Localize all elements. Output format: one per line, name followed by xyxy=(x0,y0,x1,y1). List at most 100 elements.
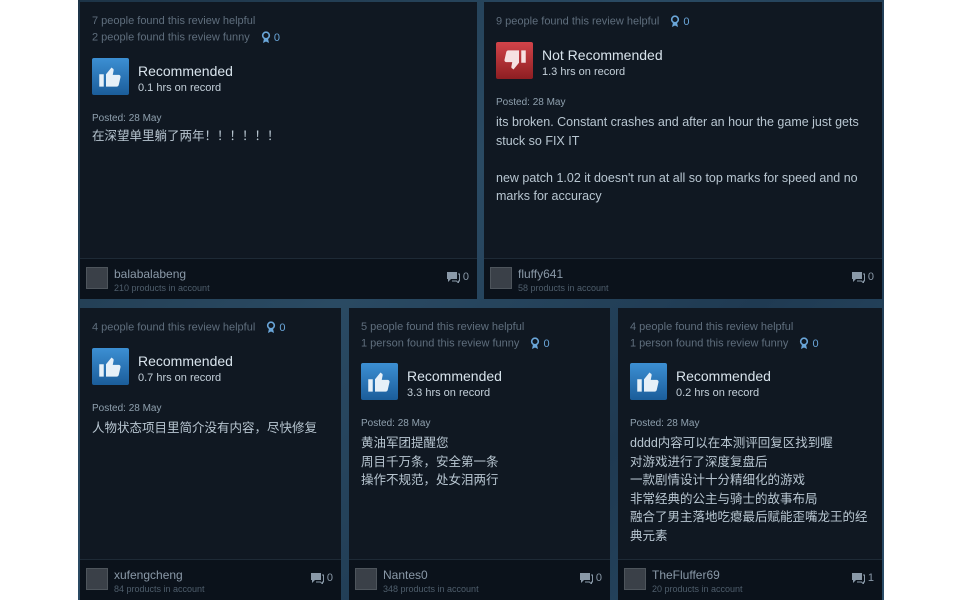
comment-icon xyxy=(446,272,460,285)
award-button[interactable]: 0 xyxy=(530,337,550,350)
helpful-count: 4 people found this review helpful xyxy=(630,321,794,333)
comments-value: 1 xyxy=(867,572,874,584)
award-count: 0 xyxy=(683,16,690,28)
award-icon xyxy=(267,321,276,333)
comments-count[interactable]: 0 xyxy=(446,271,469,285)
review-verdict[interactable]: Recommended xyxy=(676,368,771,384)
review-author[interactable]: xufengcheng 84 products in account 0 xyxy=(80,559,341,600)
hours-on-record: 0.1 hrs on record xyxy=(138,82,222,94)
reviews-grid: 7 people found this review helpful 2 peo… xyxy=(78,0,884,600)
text-fade xyxy=(618,544,882,560)
funny-count: 1 person found this review funny xyxy=(630,337,789,350)
review-author[interactable]: fluffy641 58 products in account 0 xyxy=(484,258,882,299)
review-text-line: dddd内容可以在本测评回复区找到喔 xyxy=(630,436,833,450)
review-text: dddd内容可以在本测评回复区找到喔 对游戏进行了深度复盘后 一款剧情设计十分精… xyxy=(630,434,868,545)
posted-date: Posted: 28 May xyxy=(92,403,162,414)
comment-icon xyxy=(579,573,593,586)
funny-count-row: 1 person found this review funny 0 xyxy=(630,337,819,350)
helpful-count: 7 people found this review helpful xyxy=(92,15,256,27)
thumbs-up-icon[interactable] xyxy=(361,363,398,400)
author-name[interactable]: balabalabeng xyxy=(114,267,186,281)
comments-count[interactable]: 0 xyxy=(851,271,874,285)
award-icon xyxy=(261,31,270,43)
review-verdict[interactable]: Recommended xyxy=(138,63,233,79)
helpful-count: 5 people found this review helpful xyxy=(361,321,525,333)
avatar[interactable] xyxy=(355,568,377,590)
comments-value: 0 xyxy=(867,271,874,283)
avatar[interactable] xyxy=(86,568,108,590)
award-button[interactable]: 0 xyxy=(261,31,280,44)
review-text: its broken. Constant crashes and after a… xyxy=(496,113,868,206)
author-name[interactable]: TheFluffer69 xyxy=(652,568,720,582)
review-author[interactable]: Nantes0 348 products in account 0 xyxy=(349,559,610,600)
award-icon xyxy=(800,337,809,349)
review-text-line: 非常经典的公主与骑士的故事布局 xyxy=(630,491,818,506)
review-verdict[interactable]: Not Recommended xyxy=(542,47,663,63)
posted-date: Posted: 28 May xyxy=(92,113,162,124)
funny-count-row: 1 person found this review funny 0 xyxy=(361,337,550,350)
award-button[interactable]: 0 xyxy=(266,321,285,334)
hours-on-record: 0.2 hrs on record xyxy=(676,387,760,399)
products-count: 58 products in account xyxy=(518,283,609,293)
award-button[interactable]: 0 xyxy=(799,337,819,350)
hours-on-record: 0.7 hrs on record xyxy=(138,372,222,384)
award-count: 0 xyxy=(812,338,819,350)
funny-count: 1 person found this review funny xyxy=(361,337,520,350)
comment-icon xyxy=(310,573,324,586)
review-card: 5 people found this review helpful 1 per… xyxy=(349,308,610,600)
comments-value: 0 xyxy=(462,271,469,283)
comment-icon xyxy=(851,573,865,586)
review-text-line: 黄油军团提醒您 xyxy=(361,436,449,450)
author-name[interactable]: xufengcheng xyxy=(114,568,183,582)
review-text-line: its broken. Constant crashes and after a… xyxy=(496,115,859,148)
review-text-line: new patch 1.02 it doesn't run at all so … xyxy=(496,170,858,204)
review-text-line: 一款剧情设计十分精细化的游戏 xyxy=(630,473,806,487)
author-name[interactable]: fluffy641 xyxy=(518,267,563,281)
review-verdict[interactable]: Recommended xyxy=(138,353,233,369)
thumbs-up-icon[interactable] xyxy=(92,58,129,95)
award-count: 0 xyxy=(279,322,286,334)
review-text-line: 融合了男主落地吃瘪最后赋能歪嘴龙王的经典元素 xyxy=(630,510,868,543)
review-card: 7 people found this review helpful 2 peo… xyxy=(80,2,477,299)
review-text-line: 在深望单里躺了两年！！！！！！ xyxy=(92,129,280,143)
helpful-row: 9 people found this review helpful 0 xyxy=(496,15,689,28)
helpful-row: 4 people found this review helpful 0 xyxy=(92,321,285,334)
avatar[interactable] xyxy=(86,267,108,289)
posted-date: Posted: 28 May xyxy=(496,97,566,108)
review-card: 4 people found this review helpful 0 Rec… xyxy=(80,308,341,600)
helpful-count: 9 people found this review helpful xyxy=(496,15,660,28)
avatar[interactable] xyxy=(490,267,512,289)
award-icon xyxy=(671,15,680,27)
products-count: 84 products in account xyxy=(114,584,205,594)
review-text-line: 人物状态项目里简介没有内容，尽快修复 xyxy=(92,421,318,435)
comments-count[interactable]: 0 xyxy=(310,572,333,586)
review-text-line: 对游戏进行了深度复盘后 xyxy=(630,454,768,469)
products-count: 20 products in account xyxy=(652,584,743,594)
review-author[interactable]: TheFluffer69 20 products in account 1 xyxy=(618,559,882,600)
thumbs-up-icon[interactable] xyxy=(92,348,129,385)
award-count: 0 xyxy=(543,338,550,350)
thumbs-up-icon[interactable] xyxy=(630,363,667,400)
review-card: 4 people found this review helpful 1 per… xyxy=(618,308,882,600)
award-button[interactable]: 0 xyxy=(670,15,689,28)
review-text: 在深望单里躺了两年！！！！！！ xyxy=(92,127,463,146)
thumbs-down-icon[interactable] xyxy=(496,42,533,79)
comment-icon xyxy=(851,272,865,285)
avatar[interactable] xyxy=(624,568,646,590)
comments-count[interactable]: 1 xyxy=(851,572,874,586)
review-text: 人物状态项目里简介没有内容，尽快修复 xyxy=(92,419,327,438)
products-count: 210 products in account xyxy=(114,283,210,293)
products-count: 348 products in account xyxy=(383,584,479,594)
funny-count: 2 people found this review funny xyxy=(92,31,250,44)
helpful-count: 4 people found this review helpful xyxy=(92,321,256,334)
author-name[interactable]: Nantes0 xyxy=(383,568,428,582)
review-verdict[interactable]: Recommended xyxy=(407,368,502,384)
comments-count[interactable]: 0 xyxy=(579,572,602,586)
review-author[interactable]: balabalabeng 210 products in account 0 xyxy=(80,258,477,299)
review-card: 9 people found this review helpful 0 Not… xyxy=(484,2,882,299)
funny-count-row: 2 people found this review funny 0 xyxy=(92,31,280,44)
review-text-line: 周目千万条，安全第一条 xyxy=(361,454,499,469)
posted-date: Posted: 28 May xyxy=(630,418,700,429)
comments-value: 0 xyxy=(595,572,602,584)
hours-on-record: 3.3 hrs on record xyxy=(407,387,491,399)
